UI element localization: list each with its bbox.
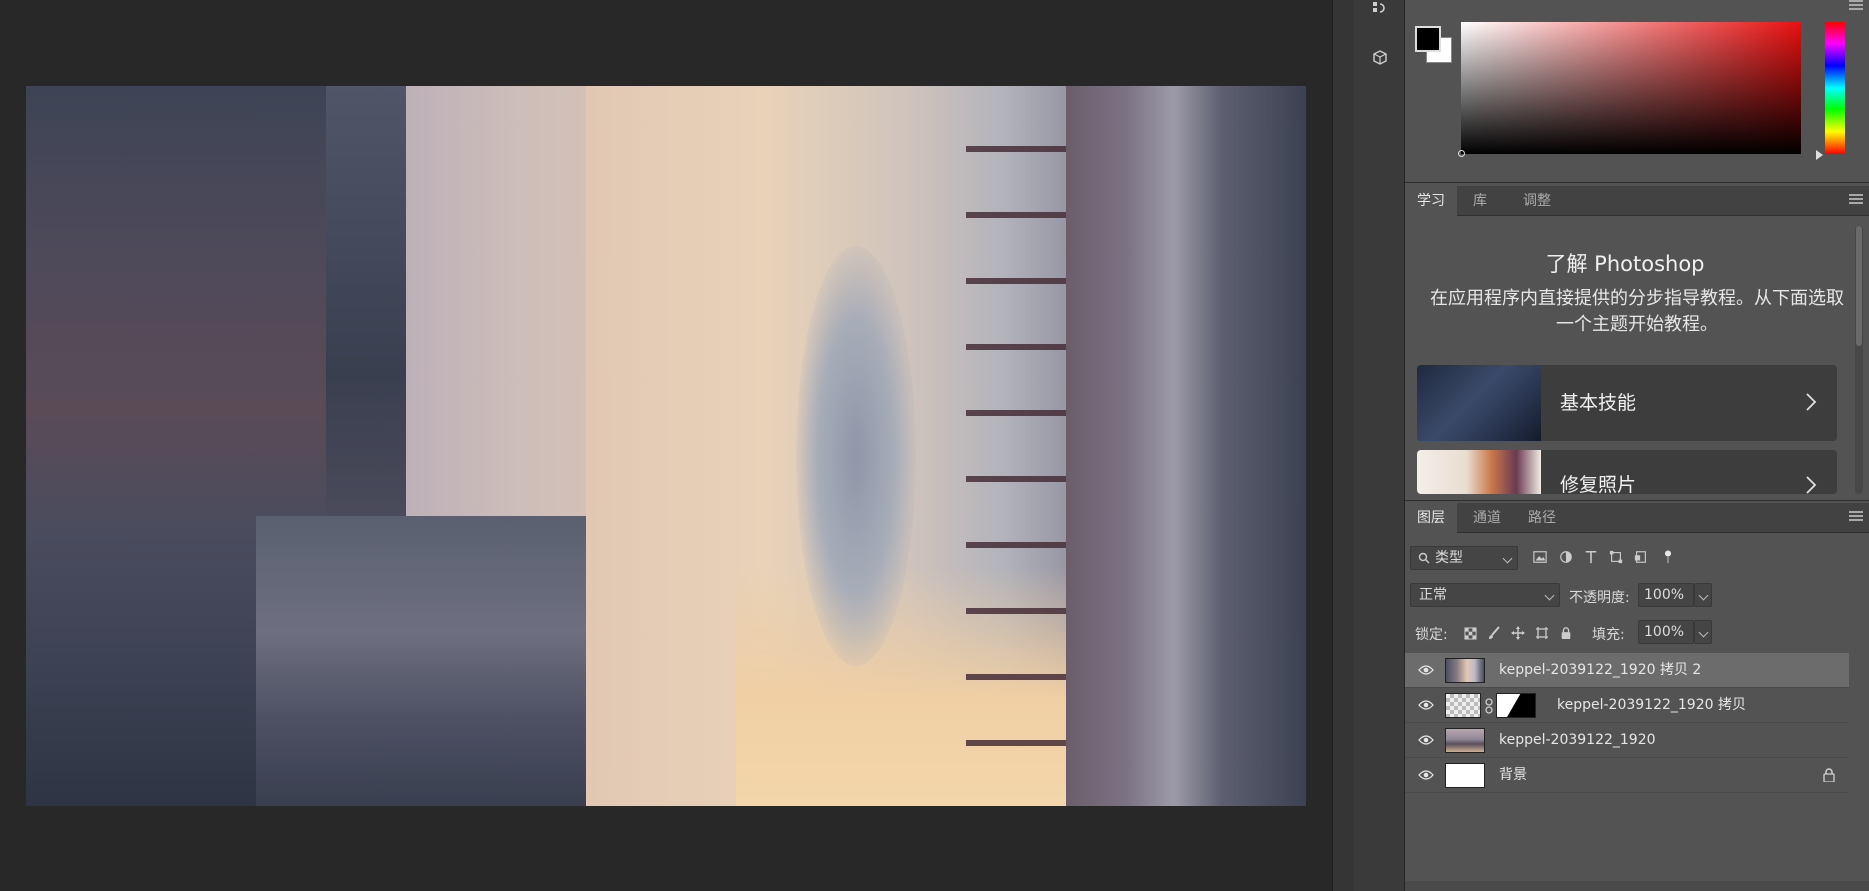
layers-panel-menu-icon[interactable] (1849, 511, 1863, 523)
opacity-dropdown-button[interactable] (1694, 583, 1712, 607)
scrollbar-thumb[interactable] (1856, 226, 1862, 346)
chevron-down-icon (1502, 553, 1513, 564)
eye-icon[interactable] (1418, 769, 1434, 781)
layer-list: keppel-2039122_1920 拷贝 2 keppel-2039122_… (1405, 653, 1869, 793)
eye-icon[interactable] (1418, 734, 1434, 746)
color-picker-cursor[interactable] (1458, 150, 1465, 157)
chevron-down-icon (1698, 627, 1709, 638)
tab-channels[interactable]: 通道 (1461, 503, 1513, 533)
chevron-right-icon (1806, 476, 1817, 494)
layers-footer (1405, 881, 1869, 891)
opacity-input[interactable]: 100% (1638, 583, 1694, 607)
3d-icon[interactable] (1369, 48, 1391, 68)
lock-icon (1823, 768, 1835, 782)
lock-label: 锁定: (1415, 627, 1448, 643)
pixel-layer-filter-icon[interactable] (1529, 546, 1551, 568)
lock-artboard-icon[interactable] (1531, 622, 1553, 644)
type-layer-filter-icon[interactable] (1580, 546, 1602, 568)
eye-icon[interactable] (1418, 664, 1434, 676)
layer-row-copy-2[interactable]: keppel-2039122_1920 拷贝 2 (1405, 653, 1849, 688)
filter-toggle-icon[interactable] (1657, 546, 1679, 568)
clouds (796, 246, 916, 666)
blend-mode-select[interactable]: 正常 (1410, 583, 1560, 607)
chevron-right-icon (1806, 393, 1817, 411)
layers-tabbar: 图层 通道 路径 (1405, 503, 1869, 533)
eye-icon[interactable] (1418, 699, 1434, 711)
hue-slider[interactable] (1825, 22, 1845, 154)
rotated-image-right (586, 86, 1306, 806)
tutorial-card-label: 基本技能 (1560, 392, 1637, 414)
tutorial-thumbnail (1417, 365, 1541, 441)
learn-scrollbar[interactable] (1855, 226, 1863, 494)
document-canvas[interactable] (26, 86, 1306, 806)
chevron-down-icon (1544, 590, 1555, 601)
tab-paths[interactable]: 路径 (1516, 503, 1568, 533)
photoshop-window: 学习 库 调整 了解 Photoshop 在应用程序内直接提供的分步指导教程。从… (0, 0, 1869, 891)
layer-row-copy[interactable]: keppel-2039122_1920 拷贝 (1405, 688, 1849, 723)
learn-panel-menu-icon[interactable] (1849, 194, 1863, 206)
lock-position-icon[interactable] (1507, 622, 1529, 644)
shape-layer-filter-icon[interactable] (1605, 546, 1627, 568)
layer-thumbnail (1445, 763, 1485, 788)
lock-transparent-pixels-icon[interactable] (1459, 622, 1481, 644)
layer-name[interactable]: keppel-2039122_1920 拷贝 2 (1499, 653, 1701, 688)
foreground-color-swatch[interactable] (1415, 26, 1441, 52)
adjustment-layer-filter-icon[interactable] (1555, 546, 1577, 568)
tutorial-card-fix-photo[interactable]: 修复照片 (1417, 450, 1837, 494)
layer-row-background[interactable]: 背景 (1405, 758, 1849, 793)
layer-thumbnail (1445, 658, 1485, 683)
fill-label: 填充: (1592, 627, 1625, 643)
opacity-label: 不透明度: (1569, 590, 1630, 606)
blend-opacity-row: 正常 不透明度: 100% (1405, 583, 1869, 609)
color-panel (1405, 0, 1869, 183)
learn-description: 在应用程序内直接提供的分步指导教程。从下面选取一个主题开始教程。 (1430, 288, 1844, 335)
tab-adjustments[interactable]: 调整 (1511, 186, 1563, 216)
tab-learn[interactable]: 学习 (1405, 186, 1457, 216)
layer-name[interactable]: 背景 (1499, 758, 1527, 793)
lock-all-icon[interactable] (1555, 622, 1577, 644)
learn-tabbar: 学习 库 调整 (1405, 186, 1869, 216)
layers-panel: 图层 通道 路径 类型 正常 不透明度: 100% 锁定: 填充: 100% k… (1405, 503, 1869, 891)
hazy-sky (406, 86, 586, 546)
tutorial-card-label: 修复照片 (1560, 474, 1637, 494)
tutorial-thumbnail (1417, 450, 1541, 494)
learn-title: 了解 Photoshop (1545, 252, 1705, 276)
layer-filter-select[interactable]: 类型 (1410, 546, 1518, 570)
layer-thumbnail (1445, 693, 1481, 718)
blend-mode-value: 正常 (1419, 587, 1447, 603)
fill-input[interactable]: 100% (1638, 620, 1694, 644)
panel-collapse-strip[interactable] (1332, 0, 1354, 891)
layer-mask-thumbnail[interactable] (1496, 693, 1536, 718)
layer-name[interactable]: keppel-2039122_1920 拷贝 (1557, 688, 1746, 723)
link-icon[interactable] (1484, 698, 1494, 714)
canvas-area[interactable] (0, 0, 1332, 891)
panel-dock-icons (1354, 0, 1405, 891)
color-panel-menu-icon[interactable] (1849, 0, 1863, 12)
tab-layers[interactable]: 图层 (1405, 503, 1457, 533)
layer-filter-row: 类型 (1405, 546, 1869, 572)
search-icon (1418, 552, 1430, 564)
container-pier (1066, 86, 1306, 806)
right-panels: 学习 库 调整 了解 Photoshop 在应用程序内直接提供的分步指导教程。从… (1405, 0, 1869, 891)
rotated-image-left (26, 86, 586, 806)
smart-object-filter-icon[interactable] (1630, 546, 1652, 568)
layer-filter-label: 类型 (1435, 550, 1463, 566)
lock-fill-row: 锁定: 填充: 100% (1405, 620, 1869, 646)
lock-image-pixels-icon[interactable] (1483, 622, 1505, 644)
fill-dropdown-button[interactable] (1694, 620, 1712, 644)
port-yard (256, 516, 586, 806)
tab-library[interactable]: 库 (1461, 186, 1499, 216)
layer-name[interactable]: keppel-2039122_1920 (1499, 723, 1656, 758)
layer-row-original[interactable]: keppel-2039122_1920 (1405, 723, 1849, 758)
tutorial-card-basic-skills[interactable]: 基本技能 (1417, 365, 1837, 441)
history-icon[interactable] (1369, 0, 1391, 20)
hue-slider-handle[interactable] (1816, 150, 1823, 160)
chevron-down-icon (1698, 590, 1709, 601)
layer-thumbnail (1445, 728, 1485, 753)
learn-panel: 学习 库 调整 了解 Photoshop 在应用程序内直接提供的分步指导教程。从… (1405, 186, 1869, 501)
color-picker-field[interactable] (1461, 22, 1801, 154)
